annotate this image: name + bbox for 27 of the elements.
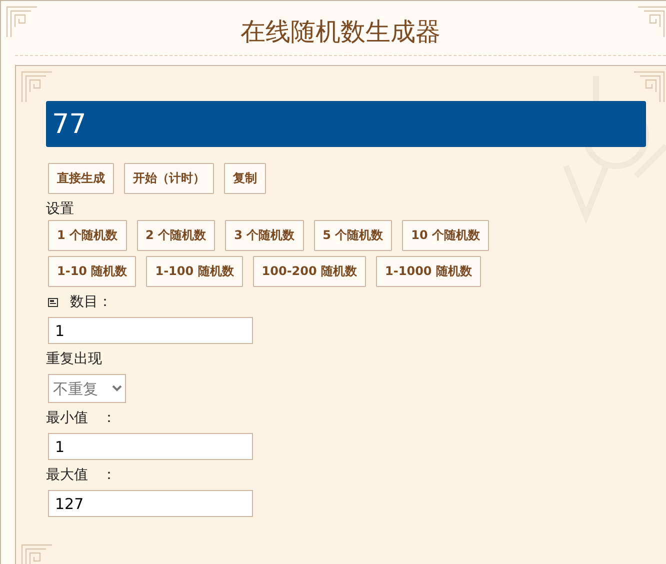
corner-ornament-icon — [636, 5, 666, 39]
corner-ornament-icon — [20, 70, 54, 104]
result-display: 77 — [46, 101, 646, 147]
preset-button[interactable]: 5 个随机数 — [314, 220, 392, 251]
repeat-dropdown[interactable]: 不重复 — [48, 374, 126, 403]
field-label: 重复出现 — [46, 350, 103, 368]
input-field[interactable]: 127 — [48, 490, 253, 517]
range-preset-button[interactable]: 1-100 随机数 — [146, 256, 243, 287]
range-preset-button[interactable]: 1-10 随机数 — [48, 256, 136, 287]
preset-button[interactable]: 1 个随机数 — [48, 220, 127, 251]
action-button[interactable]: 复制 — [224, 163, 266, 194]
preset-button[interactable]: 3 个随机数 — [225, 220, 304, 251]
range-preset-button[interactable]: 100-200 随机数 — [252, 256, 366, 287]
corner-ornament-icon — [632, 70, 666, 104]
corner-ornament-icon — [5, 5, 39, 39]
action-button[interactable]: 直接生成 — [48, 163, 114, 194]
page-title: 在线随机数生成器 — [240, 16, 440, 48]
field-label: 数目： — [70, 293, 112, 311]
input-field[interactable]: 1 — [48, 317, 253, 344]
action-button[interactable]: 开始（计时） — [124, 163, 214, 194]
preset-button[interactable]: 2 个随机数 — [136, 220, 216, 251]
preset-button[interactable]: 10 个随机数 — [402, 220, 490, 251]
field-label: 最小值 ： — [46, 409, 117, 427]
range-preset-button[interactable]: 1-1000 随机数 — [376, 256, 481, 287]
input-field[interactable]: 1 — [48, 433, 253, 460]
field-label: 最大值 ： — [46, 466, 117, 484]
settings-label: 设置 — [46, 200, 75, 218]
